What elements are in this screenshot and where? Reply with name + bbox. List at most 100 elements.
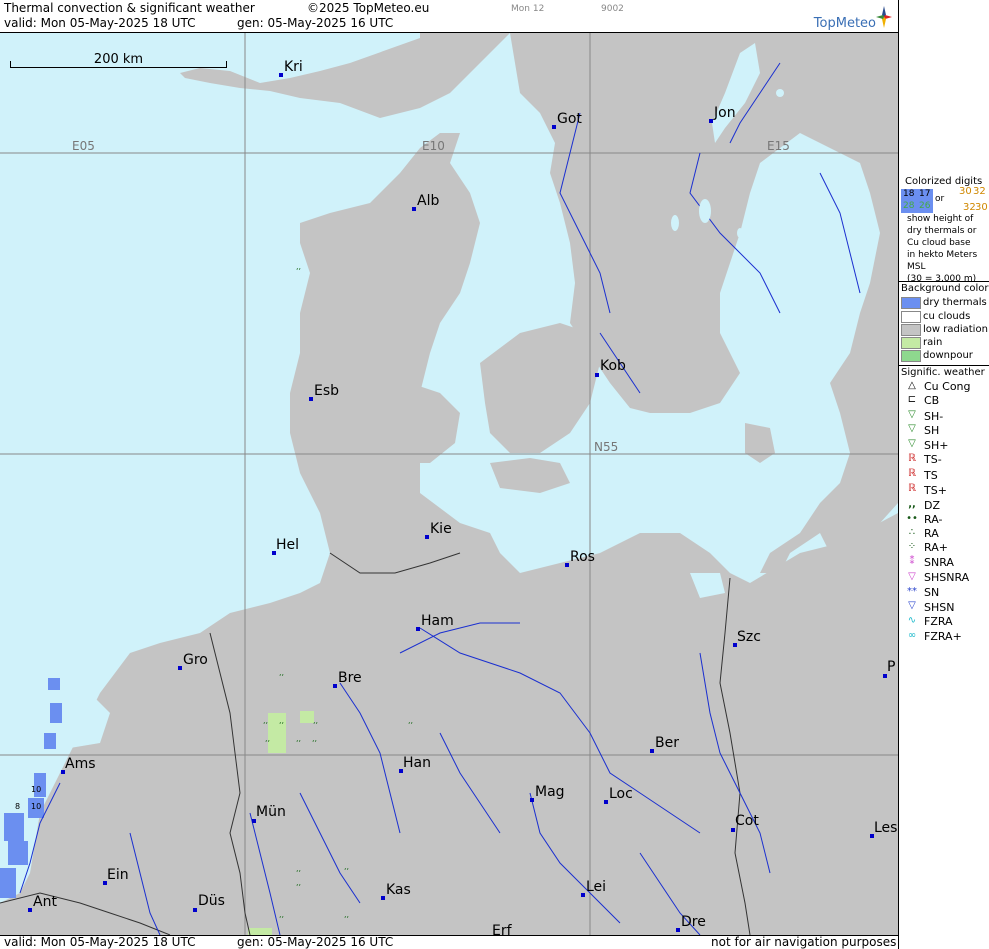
legend-note: Cu cloud base (907, 238, 971, 248)
city-label[interactable]: Mag (535, 784, 565, 800)
city-marker (425, 535, 429, 539)
weather-label: FZRA+ (924, 630, 962, 643)
city-label[interactable]: Kob (600, 358, 626, 374)
svg-text:,,: ,, (279, 716, 284, 725)
snow-shower-icon: ▽ (908, 600, 916, 611)
sample-digit: 32 (973, 186, 986, 197)
sample-digit: 30 (975, 202, 988, 213)
city-label[interactable]: Kas (386, 882, 411, 898)
svg-text:,,: ,, (408, 716, 413, 725)
weather-label: SNRA (924, 556, 954, 569)
legend-note: show height of (907, 214, 974, 224)
svg-text:,,: ,, (296, 734, 301, 743)
swatch-low-radiation (901, 324, 921, 336)
weather-label: SHSN (924, 601, 955, 614)
shower-heavy-icon: ▽ (908, 438, 916, 449)
city-label[interactable]: Cot (735, 813, 759, 829)
city-marker (178, 666, 182, 670)
cu-cong-icon: △ (908, 380, 916, 391)
thunderstorm-icon: ℝ (908, 468, 916, 479)
disclaimer: not for air navigation purposes (711, 935, 897, 949)
city-marker (530, 798, 534, 802)
thermal-digit: 10 (31, 785, 42, 794)
city-label[interactable]: Ros (570, 549, 595, 565)
cb-icon: ⊏ (907, 394, 917, 405)
city-marker (416, 627, 420, 631)
city-label[interactable]: Szc (737, 629, 761, 645)
city-marker (565, 563, 569, 567)
map-graphics: ,, ,, ,, ,, ,, ,, ,, ,, ,, ,, ,, ,, ,, ,… (0, 33, 898, 935)
city-label[interactable]: Les (874, 820, 897, 836)
weather-label: SH (924, 424, 940, 437)
sample-digit: 26 (919, 201, 931, 211)
legend-divider (899, 281, 989, 282)
city-label[interactable]: Dre (681, 914, 706, 930)
city-label[interactable]: Ein (107, 867, 129, 883)
city-label[interactable]: Han (403, 755, 431, 771)
city-label[interactable]: P (887, 659, 895, 675)
city-label[interactable]: Gro (183, 652, 208, 668)
rain-icon: ∴ (908, 527, 916, 538)
thunderstorm-heavy-icon: ℝ (908, 483, 916, 494)
city-label[interactable]: Ham (421, 613, 454, 629)
swatch-label: downpour (923, 350, 973, 361)
compass-star-icon (876, 6, 892, 28)
city-label[interactable]: Loc (609, 786, 633, 802)
land-lolland (490, 458, 570, 493)
scale-bar: 200 km (10, 52, 227, 69)
topmeteo-logo[interactable]: TopMeteo (814, 16, 876, 31)
city-label[interactable]: Esb (314, 383, 339, 399)
day-code: Mon 12 (511, 4, 545, 14)
city-label[interactable]: Hel (276, 537, 299, 553)
city-label[interactable]: Kie (430, 521, 452, 537)
city-label[interactable]: Got (557, 111, 582, 127)
city-label[interactable]: Ant (33, 894, 57, 910)
svg-text:,,: ,, (265, 734, 270, 743)
map-header: Thermal convection & significant weather… (0, 0, 898, 33)
thermal-digit: 10 (31, 802, 42, 811)
city-marker (381, 896, 385, 900)
swatch-rain (901, 337, 921, 349)
city-label[interactable]: Alb (417, 193, 439, 209)
swatch-cu-clouds (901, 311, 921, 323)
city-label[interactable]: Kri (284, 59, 303, 75)
city-label[interactable]: Lei (586, 879, 606, 895)
city-label[interactable]: Ams (65, 756, 96, 772)
shower-light-icon: ▽ (908, 409, 916, 420)
thermal-digit: 8 (15, 802, 21, 811)
city-label[interactable]: Erf (492, 923, 512, 935)
city-marker (309, 397, 313, 401)
shower-icon: ▽ (908, 423, 916, 434)
footer-generated-time: gen: 05-May-2025 16 UTC (237, 935, 394, 949)
legend-divider (899, 365, 989, 366)
legend-background-title: Background color (901, 283, 989, 294)
city-marker (709, 119, 713, 123)
svg-text:,,: ,, (313, 716, 318, 725)
land-funen (380, 383, 460, 463)
svg-text:,,: ,, (344, 862, 349, 871)
svg-text:,,: ,, (279, 910, 284, 919)
svg-text:,,: ,, (296, 864, 301, 873)
legend-note: in hekto Meters (907, 250, 978, 260)
weather-label: TS- (924, 453, 942, 466)
run-code: 9002 (601, 4, 624, 14)
weather-label: SN (924, 586, 940, 599)
city-label[interactable]: Düs (198, 893, 225, 909)
swatch-downpour (901, 350, 921, 362)
city-label[interactable]: Ber (655, 735, 679, 751)
city-label[interactable]: Bre (338, 670, 362, 686)
freezing-rain-heavy-icon: ∞ (907, 630, 917, 641)
weather-label: RA- (924, 513, 943, 526)
weather-label: RA (924, 527, 939, 540)
svg-text:,,: ,, (296, 878, 301, 887)
city-label[interactable]: Jon (714, 105, 736, 121)
weather-label: FZRA (924, 615, 953, 628)
map-canvas[interactable]: ,, ,, ,, ,, ,, ,, ,, ,, ,, ,, ,, ,, ,, ,… (0, 33, 898, 935)
swatch-label: cu clouds (923, 311, 971, 322)
swatch-label: dry thermals (923, 297, 987, 308)
city-label[interactable]: Mün (256, 804, 286, 820)
city-marker (595, 373, 599, 377)
city-marker (552, 125, 556, 129)
svg-text:,,: ,, (279, 668, 284, 677)
sample-digit: 17 (919, 189, 931, 199)
